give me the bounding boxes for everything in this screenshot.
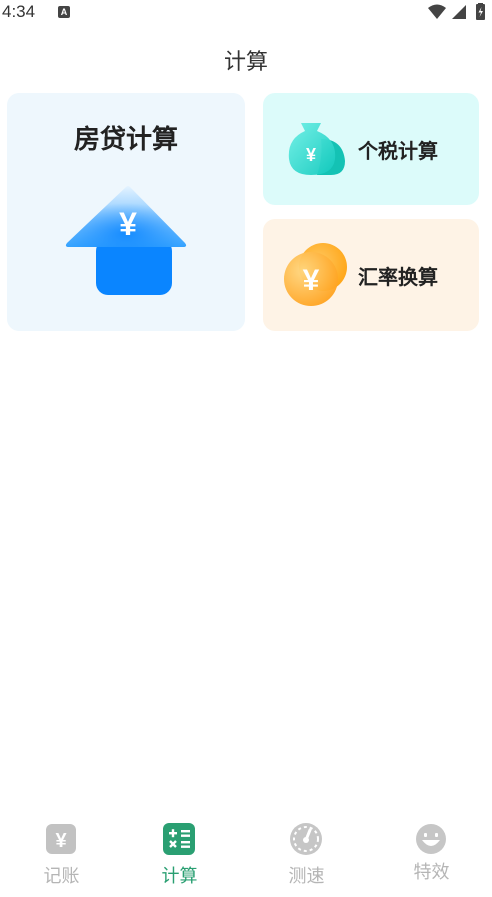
bottom-tab-bar: ¥ 记账 计算 测速 特效 — [0, 818, 492, 897]
svg-text:¥: ¥ — [306, 145, 316, 165]
income-tax-calculator-label: 个税计算 — [358, 139, 438, 163]
tab-calculate-label: 计算 — [161, 866, 198, 887]
house-yen-icon: ¥ — [64, 181, 188, 305]
tab-speed-test-label: 测速 — [288, 866, 325, 887]
svg-text:¥: ¥ — [55, 830, 67, 852]
ledger-yen-icon: ¥ — [44, 822, 78, 856]
wifi-icon — [428, 4, 446, 19]
speedometer-icon — [289, 822, 323, 856]
mortgage-calculator-card[interactable]: 房贷计算 ¥ — [7, 93, 245, 331]
money-bag-yen-icon: ¥ — [287, 117, 347, 181]
page-title: 计算 — [223, 50, 268, 75]
coins-yen-icon: ¥ — [283, 241, 349, 315]
income-tax-calculator-card[interactable]: ¥ 个税计算 — [263, 93, 479, 205]
status-bar: 4:34 A — [0, 0, 492, 26]
tab-effects-label: 特效 — [413, 862, 450, 883]
tab-bookkeeping-label: 记账 — [43, 866, 80, 887]
tab-effects[interactable]: 特效 — [370, 818, 492, 897]
exchange-rate-converter-card[interactable]: ¥ 汇率换算 — [263, 219, 479, 331]
svg-text:¥: ¥ — [303, 264, 320, 297]
tab-speed-test[interactable]: 测速 — [245, 818, 368, 897]
battery-icon — [476, 3, 485, 20]
notification-icon: A — [58, 6, 70, 18]
exchange-rate-converter-label: 汇率换算 — [358, 265, 438, 289]
smiley-icon — [414, 822, 448, 856]
svg-text:¥: ¥ — [119, 206, 137, 242]
tab-bookkeeping[interactable]: ¥ 记账 — [0, 818, 123, 897]
calculator-icon — [162, 822, 196, 856]
status-indicators — [426, 3, 490, 25]
tab-calculate[interactable]: 计算 — [118, 818, 241, 897]
mortgage-calculator-label: 房贷计算 — [73, 125, 178, 155]
status-time: 4:34 — [2, 2, 36, 21]
signal-icon — [452, 5, 466, 19]
